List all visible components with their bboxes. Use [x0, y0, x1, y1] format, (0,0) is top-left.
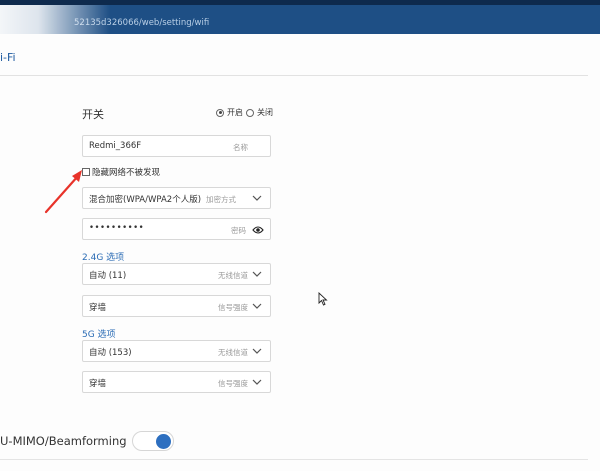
encryption-hint: 加密方式: [206, 195, 236, 204]
chevron-down-icon[interactable]: [252, 301, 262, 311]
radio-off-label[interactable]: 关闭: [257, 107, 273, 118]
radio-on[interactable]: [216, 108, 224, 117]
band-5-channel-hint: 无线信道: [218, 348, 248, 357]
chevron-down-icon[interactable]: [252, 346, 262, 356]
band-5-channel-value: 自动 (153): [89, 348, 132, 358]
eye-icon[interactable]: [252, 225, 264, 235]
hidden-network-label: 隐藏网络不被发现: [92, 168, 161, 178]
page-title: i-Fi: [0, 51, 16, 64]
hidden-network-option[interactable]: 隐藏网络不被发现: [82, 166, 160, 178]
band-5-signal-value: 穿墙: [89, 379, 107, 389]
wifi-switch-radios: 开启 关闭: [216, 107, 273, 118]
band-24-title: 2.4G 选项: [82, 253, 125, 263]
band-24-channel-hint: 无线信道: [218, 271, 248, 280]
chevron-down-icon[interactable]: [252, 377, 262, 387]
password-hint: 密码: [231, 226, 246, 235]
ssid-hint: 名称: [233, 143, 248, 152]
password-value: ••••••••••: [89, 223, 145, 233]
radio-on-label[interactable]: 开启: [227, 107, 243, 118]
radio-off[interactable]: [246, 108, 254, 117]
band-5-title: 5G 选项: [82, 330, 116, 340]
band-24-channel-select[interactable]: 自动 (11) 无线信道: [82, 263, 271, 285]
band-24-signal-select[interactable]: 穿墙 信号强度: [82, 295, 271, 317]
section-divider: [0, 75, 588, 76]
band-5-signal-hint: 信号强度: [218, 379, 248, 388]
browser-address-bar: 52135d326066/web/setting/wifi: [0, 0, 600, 34]
bottom-divider: [0, 459, 588, 460]
band-24-channel-value: 自动 (11): [89, 271, 127, 281]
band-5-signal-select[interactable]: 穿墙 信号强度: [82, 371, 271, 393]
toggle-knob: [156, 434, 171, 449]
encryption-select[interactable]: 混合加密(WPA/WPA2个人版) 加密方式: [82, 187, 271, 209]
mimo-beamforming-toggle[interactable]: [132, 431, 174, 451]
mouse-cursor-icon: [318, 292, 328, 306]
chevron-down-icon[interactable]: [252, 269, 262, 279]
url-fade-overlay: [0, 5, 110, 34]
password-input[interactable]: •••••••••• 密码: [82, 218, 271, 240]
encryption-value: 混合加密(WPA/WPA2个人版): [89, 195, 202, 205]
band-5-channel-select[interactable]: 自动 (153) 无线信道: [82, 340, 271, 362]
chevron-down-icon[interactable]: [252, 193, 262, 203]
mimo-beamforming-label: U-MIMO/Beamforming: [0, 434, 127, 448]
ssid-value: Redmi_366F: [89, 141, 142, 151]
band-24-signal-value: 穿墙: [89, 303, 107, 313]
wifi-switch-label: 开关: [82, 108, 104, 121]
ssid-input[interactable]: Redmi_366F 名称: [82, 135, 271, 157]
band-24-signal-hint: 信号强度: [218, 303, 248, 312]
